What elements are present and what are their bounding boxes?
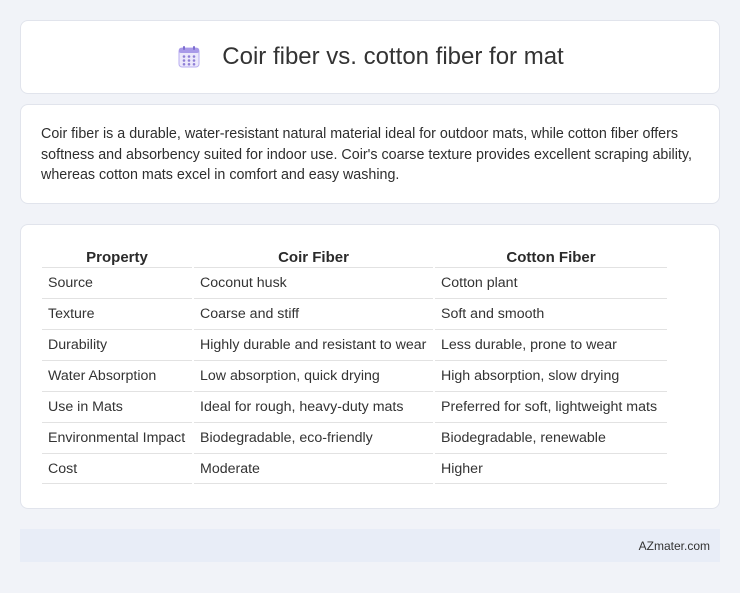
property-cell: Use in Mats	[42, 391, 192, 422]
coir-cell: Biodegradable, eco-friendly	[194, 422, 433, 453]
footer-site-link[interactable]: AZmater.com	[639, 539, 710, 553]
table-row: Use in Mats Ideal for rough, heavy-duty …	[42, 391, 667, 422]
intro-paragraph: Coir fiber is a durable, water-resistant…	[41, 126, 692, 183]
cotton-cell: Biodegradable, renewable	[435, 422, 667, 453]
comparison-table: Property Coir Fiber Cotton Fiber Source …	[40, 245, 669, 484]
table-header-row: Property Coir Fiber Cotton Fiber	[42, 245, 667, 267]
cotton-cell: Cotton plant	[435, 267, 667, 298]
property-cell: Environmental Impact	[42, 422, 192, 453]
intro-card: Coir fiber is a durable, water-resistant…	[20, 104, 720, 204]
property-cell: Texture	[42, 298, 192, 329]
property-cell: Water Absorption	[42, 360, 192, 391]
title-card: Coir fiber vs. cotton fiber for mat	[20, 20, 720, 94]
table-row: Source Coconut husk Cotton plant	[42, 267, 667, 298]
page-title: Coir fiber vs. cotton fiber for mat	[222, 43, 564, 70]
coir-cell: Coarse and stiff	[194, 298, 433, 329]
property-cell: Cost	[42, 453, 192, 484]
table-row: Durability Highly durable and resistant …	[42, 329, 667, 360]
title-row: Coir fiber vs. cotton fiber for mat	[176, 43, 564, 71]
table-row: Environmental Impact Biodegradable, eco-…	[42, 422, 667, 453]
cotton-cell: Preferred for soft, lightweight mats	[435, 391, 667, 422]
coir-cell: Moderate	[194, 453, 433, 484]
table-row: Cost Moderate Higher	[42, 453, 667, 484]
calendar-grid-icon	[176, 44, 202, 70]
property-cell: Source	[42, 267, 192, 298]
footer-bar: AZmater.com	[20, 529, 720, 562]
coir-cell: Highly durable and resistant to wear	[194, 329, 433, 360]
header-cotton-fiber: Cotton Fiber	[506, 248, 596, 266]
coir-cell: Ideal for rough, heavy-duty mats	[194, 391, 433, 422]
cotton-cell: Soft and smooth	[435, 298, 667, 329]
table-row: Water Absorption Low absorption, quick d…	[42, 360, 667, 391]
property-cell: Durability	[42, 329, 192, 360]
coir-cell: Coconut husk	[194, 267, 433, 298]
cotton-cell: Less durable, prone to wear	[435, 329, 667, 360]
cotton-cell: High absorption, slow drying	[435, 360, 667, 391]
header-coir-fiber: Coir Fiber	[278, 248, 349, 266]
coir-cell: Low absorption, quick drying	[194, 360, 433, 391]
comparison-card: Property Coir Fiber Cotton Fiber Source …	[20, 224, 720, 509]
cotton-cell: Higher	[435, 453, 667, 484]
table-row: Texture Coarse and stiff Soft and smooth	[42, 298, 667, 329]
header-property: Property	[86, 248, 148, 266]
